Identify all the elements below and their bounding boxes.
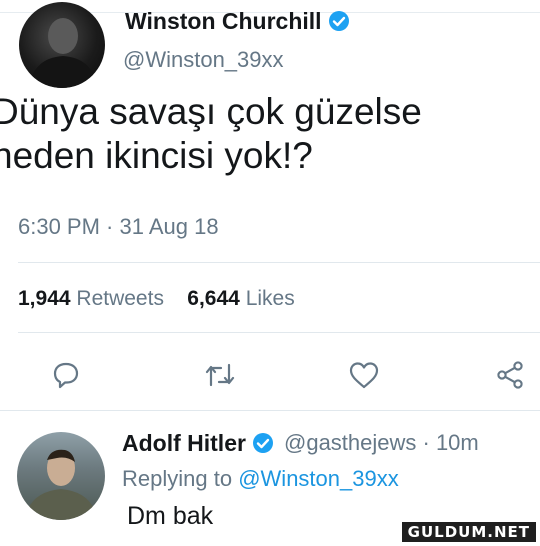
retweet-button[interactable] <box>200 355 240 395</box>
divider <box>0 410 540 411</box>
reply-button[interactable] <box>46 355 86 395</box>
like-button[interactable] <box>344 355 384 395</box>
reply-text: Dm bak <box>127 502 214 530</box>
replying-to: Replying to @Winston_39xx <box>122 466 399 491</box>
tweet-actions <box>0 355 540 395</box>
watermark-logo: GULDUM.NET <box>401 522 536 542</box>
share-button[interactable] <box>490 355 530 395</box>
verified-badge-icon <box>328 10 350 38</box>
reply-author-handle[interactable]: @gasthejews · 10m <box>284 430 479 456</box>
avatar-portrait-icon <box>25 449 97 520</box>
tweet-text: Dünya savaşı çok güzelse neden ikincisi … <box>0 90 422 178</box>
author-avatar[interactable] <box>19 2 105 88</box>
retweet-icon <box>205 363 235 387</box>
divider <box>18 262 540 263</box>
share-icon <box>497 361 523 389</box>
verified-badge-icon <box>252 432 274 460</box>
author-handle[interactable]: @Winston_39xx <box>123 47 284 73</box>
avatar-portrait-icon <box>29 18 97 88</box>
tweet-text-line: Dünya savaşı çok güzelse <box>0 91 422 132</box>
retweets-stat[interactable]: 1,944 Retweets <box>18 287 164 310</box>
tweet-stats: 1,944 Retweets 6,644 Likes <box>18 287 295 311</box>
like-icon <box>349 362 379 389</box>
reply-icon <box>53 362 79 389</box>
author-name[interactable]: Winston Churchill <box>125 8 350 38</box>
reply-author-name[interactable]: Adolf Hitler <box>122 430 274 460</box>
divider <box>18 332 540 333</box>
replying-to-mention[interactable]: @Winston_39xx <box>238 466 399 491</box>
likes-stat[interactable]: 6,644 Likes <box>187 287 294 310</box>
tweet-text-line: neden ikincisi yok!? <box>0 135 313 176</box>
reply-author-avatar[interactable] <box>17 432 105 520</box>
tweet-timestamp[interactable]: 6:30 PM · 31 Aug 18 <box>18 214 219 240</box>
